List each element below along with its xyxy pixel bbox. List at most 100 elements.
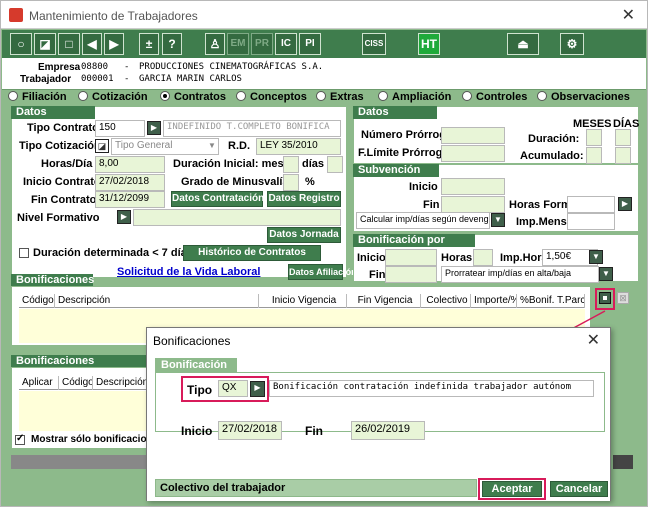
limite-prorroga-field[interactable] <box>441 145 505 162</box>
chevron-down-icon[interactable]: ▼ <box>589 250 603 264</box>
duracion-label: Duración: <box>528 133 580 145</box>
numero-prorroga-label: Número Prórroga <box>361 129 453 141</box>
calcular-select[interactable]: Calcular imp/días según devengo <box>356 212 490 229</box>
dialog-inicio-field[interactable]: 27/02/2018 <box>218 421 282 440</box>
acumulado-meses[interactable] <box>586 147 602 164</box>
vida-laboral-link[interactable]: Solicitud de la Vida Laboral <box>117 266 260 278</box>
em-button[interactable]: EM <box>227 33 249 55</box>
dialog-tipo-label: Tipo <box>187 383 213 397</box>
tipo-cotizacion-select[interactable]: Tipo General <box>111 138 219 155</box>
dialog-tipo-lookup-icon[interactable]: ▶ <box>250 381 265 397</box>
edit-button[interactable]: ◪ <box>34 33 56 55</box>
datos-contratacion-button[interactable]: Datos Contratación <box>171 191 264 207</box>
tab-cotizacion[interactable]: Cotización <box>78 91 148 103</box>
dialog-fin-field[interactable]: 26/02/2019 <box>351 421 425 440</box>
tutoria-fin-field[interactable] <box>385 266 437 283</box>
prev-button[interactable]: ◀ <box>82 33 102 55</box>
ht-button[interactable]: HT <box>418 33 440 55</box>
duracion-dias-prorroga[interactable] <box>615 129 631 146</box>
col-colectivo[interactable]: Colectivo <box>421 294 471 308</box>
ciss-button[interactable]: CISS <box>362 33 386 55</box>
datos-registro-button[interactable]: Datos Registro <box>267 191 341 207</box>
next-button[interactable]: ▶ <box>104 33 124 55</box>
col-codigo[interactable]: Código <box>19 294 55 308</box>
imp-hora-label: Imp.Hora <box>500 252 548 264</box>
pi-button[interactable]: PI <box>299 33 321 55</box>
cancelar-button[interactable]: Cancelar <box>550 481 608 497</box>
tutoria-horas-field[interactable] <box>473 249 493 266</box>
eject-button[interactable]: ⏏ <box>507 33 539 55</box>
help-button[interactable]: ? <box>162 33 182 55</box>
acumulado-dias[interactable] <box>615 147 631 164</box>
col-auto-codigo[interactable]: Código <box>59 376 93 390</box>
dialog-tipo-field[interactable]: QX <box>218 380 248 397</box>
duracion-meses-field[interactable] <box>283 156 299 173</box>
tab-conceptos[interactable]: Conceptos <box>236 91 307 103</box>
person-button[interactable]: ♙ <box>205 33 225 55</box>
prorroga-title: Datos Prórroga <box>353 106 437 131</box>
empresa-code: 08800 <box>81 62 109 72</box>
bottom-scrollbar[interactable] <box>11 455 147 469</box>
tipo-contrato-label: Tipo Contrato <box>27 122 99 134</box>
trabajador-code: 000001 <box>81 74 114 84</box>
historico-contratos-button[interactable]: Histórico de Contratos <box>183 245 321 261</box>
inicio-contrato-field[interactable]: 27/02/2018 <box>95 174 165 191</box>
bonificaciones-dialog: Bonificaciones ✕ Bonificación Tipo QX ▶ … <box>146 327 611 501</box>
tipo-contrato-lookup-icon[interactable]: ▶ <box>147 121 161 135</box>
new-button[interactable]: □ <box>58 33 80 55</box>
plusminus-button[interactable]: ± <box>139 33 159 55</box>
col-inicio-vigencia[interactable]: Inicio Vigencia <box>259 294 347 308</box>
horas-form-field[interactable] <box>567 196 615 213</box>
horas-form-lookup-icon[interactable]: ▶ <box>618 197 632 211</box>
datos-jornada-button[interactable]: Datos Jornada <box>267 227 341 243</box>
numero-prorroga-field[interactable] <box>441 127 505 144</box>
inem-inicio-field[interactable] <box>441 178 505 195</box>
duracion-meses-prorroga[interactable] <box>586 129 602 146</box>
tipo-contrato-code[interactable]: 150 <box>95 120 145 137</box>
col-auto-descripcion[interactable]: Descripción <box>93 376 149 390</box>
delete-bonificacion-icon[interactable]: ⊠ <box>617 292 629 304</box>
chevron-down-icon[interactable]: ▼ <box>599 267 613 281</box>
title-bar: Mantenimiento de Trabajadores ✕ <box>1 1 647 29</box>
mostrar-checkbox[interactable] <box>15 433 25 445</box>
percent-label: % <box>305 176 315 188</box>
horas-field[interactable]: 8,00 <box>95 156 165 173</box>
rd-field[interactable]: LEY 35/2010 <box>256 138 341 155</box>
pr-button[interactable]: PR <box>251 33 273 55</box>
nivel-formativo-lookup-icon[interactable]: ▶ <box>117 210 131 224</box>
aceptar-button[interactable]: Aceptar <box>482 481 542 497</box>
nivel-formativo-field[interactable] <box>133 209 341 226</box>
minusvalia-field[interactable] <box>283 174 299 191</box>
col-descripcion[interactable]: Descripción <box>55 294 259 308</box>
bottom-right-button[interactable] <box>613 455 633 469</box>
tab-extras[interactable]: Extras <box>316 91 364 103</box>
app-icon <box>9 8 23 22</box>
chevron-down-icon[interactable]: ▼ <box>491 213 505 227</box>
bon-auto-header: Aplicar Código Descripción <box>19 376 149 390</box>
horas-label: Horas/Día <box>41 158 93 170</box>
settings-button[interactable]: ⚙ <box>560 33 584 55</box>
datos-afiliacion-button[interactable]: Datos Afiliación <box>288 264 357 280</box>
col-fin-vigencia[interactable]: Fin Vigencia <box>347 294 421 308</box>
duracion-dias-field[interactable] <box>327 156 343 173</box>
dialog-fin-label: Fin <box>305 424 323 438</box>
fin-contrato-field[interactable]: 31/12/2099 <box>95 191 165 208</box>
bon-auto-grid-body[interactable] <box>19 391 149 431</box>
imp-mens-field[interactable] <box>567 213 615 230</box>
tab-filiacion[interactable]: Filiación <box>8 91 67 103</box>
col-aplicar[interactable]: Aplicar <box>19 376 59 390</box>
horas-form-label: Horas Form. <box>509 199 574 211</box>
duracion7-checkbox[interactable] <box>19 248 29 258</box>
tab-contratos[interactable]: Contratos <box>160 91 226 103</box>
dialog-close-icon[interactable]: ✕ <box>587 330 600 350</box>
prorratear-select[interactable]: Prorratear imp/días en alta/baja <box>441 266 599 283</box>
tipo-cotizacion-edit-icon[interactable]: ◪ <box>95 139 109 153</box>
close-icon[interactable]: ✕ <box>622 5 635 25</box>
tutoria-inicio-field[interactable] <box>385 249 437 266</box>
tab-ampliacion[interactable]: Ampliación <box>378 91 451 103</box>
tab-controles[interactable]: Controles <box>462 91 527 103</box>
refresh-button[interactable]: ○ <box>10 33 32 55</box>
ic-button[interactable]: IC <box>275 33 297 55</box>
inem-fin-field[interactable] <box>441 196 505 213</box>
tab-observaciones[interactable]: Observaciones <box>537 91 630 103</box>
